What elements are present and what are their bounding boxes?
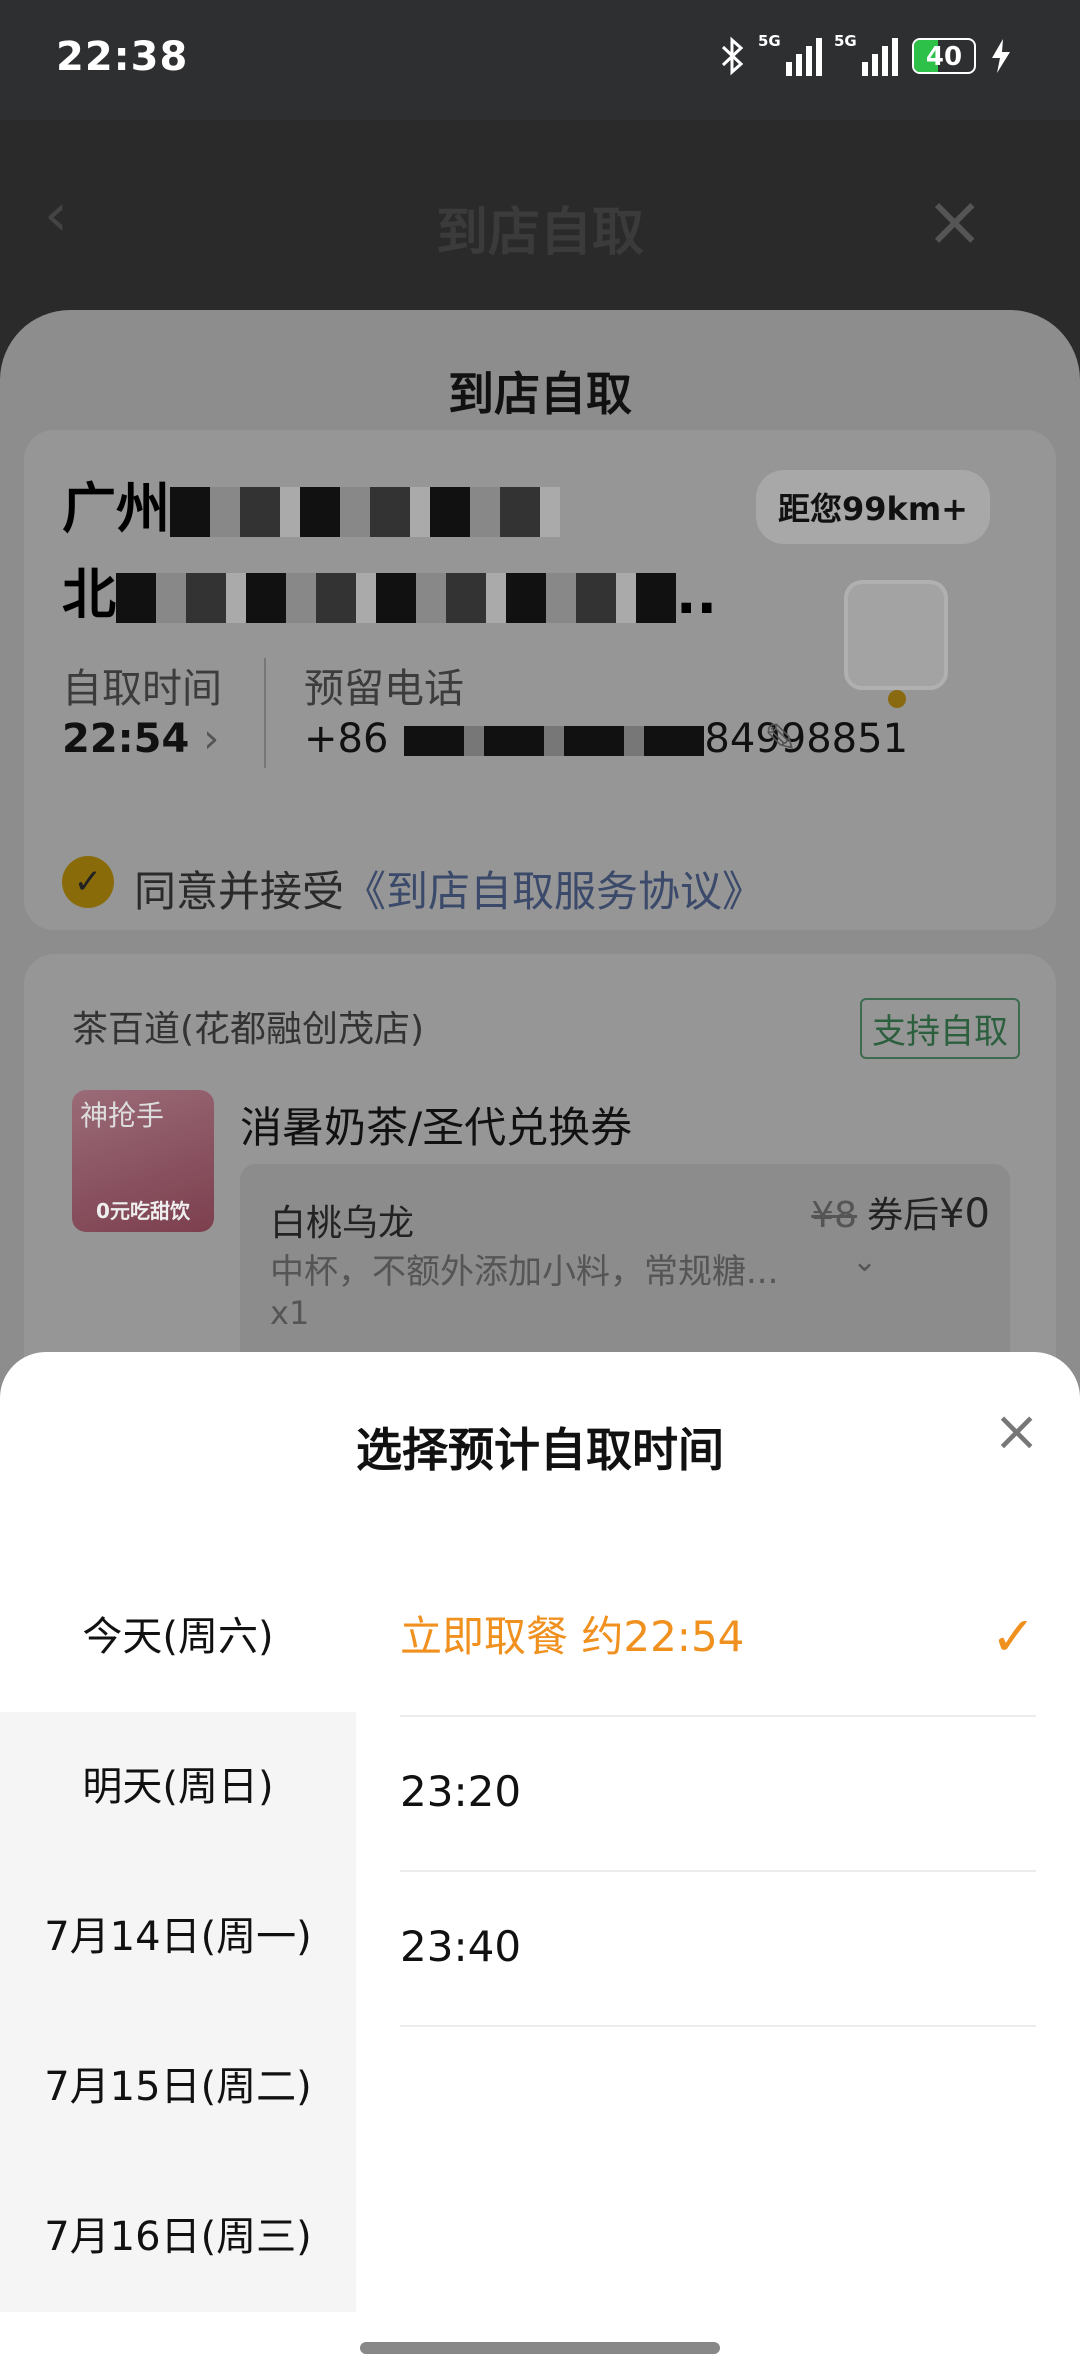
bolt-icon: [992, 39, 1010, 73]
address-line1: 广州: [62, 477, 170, 540]
signal-5g-2-icon: 5G: [834, 32, 898, 76]
address-mosaic: [170, 487, 560, 538]
address-line2: 北: [62, 563, 116, 626]
time-slot[interactable]: 23:20: [400, 1717, 1036, 1872]
status-time: 22:38: [56, 34, 189, 80]
close-icon[interactable]: ×: [925, 180, 984, 262]
day-item[interactable]: 明天(周日): [0, 1712, 356, 1862]
pickup-time-value[interactable]: 22:54 ›: [62, 716, 219, 762]
time-slot-label: 立即取餐 约22:54: [400, 1612, 745, 1661]
time-slot[interactable]: 立即取餐 约22:54 ✓: [400, 1562, 1036, 1717]
battery-level: 40: [925, 42, 963, 72]
map-pin-icon[interactable]: [844, 580, 948, 708]
thumb-badge: 神抢手: [80, 1099, 165, 1132]
phone-mosaic: [404, 726, 705, 756]
checkmark-icon[interactable]: ✓: [62, 856, 114, 908]
phone-field[interactable]: +86 84998851: [304, 716, 908, 762]
store-address: 广州 北..: [62, 466, 717, 638]
item-price: ¥8 券后¥0: [811, 1186, 990, 1238]
pickup-time-label: 自取时间: [62, 666, 222, 712]
pickup-sheet-title: 到店自取: [448, 367, 632, 421]
day-list: 今天(周六) 明天(周日) 7月14日(周一) 7月15日(周二) 7月16日(…: [0, 1562, 356, 2312]
item-description: 中杯，不额外添加小料，常规糖...: [270, 1252, 779, 1292]
signal-5g-1-icon: 5G: [758, 32, 822, 76]
day-item[interactable]: 7月15日(周二): [0, 2012, 356, 2162]
pickup-info-card: 广州 北.. 距您99km+ 自取时间 22:54 › 预留电话 +86 8499…: [24, 430, 1056, 930]
status-icons: 5G 5G 40: [720, 32, 1012, 76]
after-coupon-label: 券后: [867, 1195, 940, 1236]
thumb-caption: 0元吃甜饮: [96, 1199, 190, 1223]
support-pickup-badge: 支持自取: [860, 998, 1020, 1059]
day-item[interactable]: 7月14日(周一): [0, 1862, 356, 2012]
chevron-down-icon[interactable]: ⌄: [852, 1244, 877, 1279]
product-name: 消暑奶茶/圣代兑换券: [240, 1103, 633, 1152]
final-price: ¥0: [939, 1191, 990, 1237]
bluetooth-icon: [721, 36, 744, 76]
time-slot-label: 23:20: [400, 1767, 522, 1816]
edit-icon[interactable]: ✎: [764, 716, 798, 762]
close-icon[interactable]: ×: [993, 1404, 1040, 1460]
product-thumbnail: 神抢手 0元吃甜饮: [72, 1090, 214, 1232]
time-slot[interactable]: 23:40: [400, 1872, 1036, 2027]
status-bar: 22:38 5G 5G 40: [0, 0, 1080, 120]
item-quantity: x1: [270, 1294, 310, 1332]
address-ellipsis: ..: [676, 563, 718, 626]
address-mosaic: [116, 573, 676, 624]
chevron-right-icon: ›: [203, 716, 220, 762]
agreement-link[interactable]: 《到店自取服务协议》: [344, 867, 764, 916]
time-picker-sheet: 选择预计自取时间 × 今天(周六) 明天(周日) 7月14日(周一) 7月15日…: [0, 1352, 1080, 2376]
checkmark-icon: ✓: [990, 1605, 1036, 1668]
phone-label: 预留电话: [304, 666, 464, 712]
day-item[interactable]: 7月16日(周三): [0, 2162, 356, 2312]
store-name: 茶百道(花都融创茂店): [72, 1009, 425, 1050]
divider: [264, 658, 266, 768]
home-indicator[interactable]: [360, 2342, 720, 2354]
battery-icon: 40: [912, 38, 976, 74]
page-header: ‹ 到店自取 ×: [0, 120, 1080, 320]
distance-tag: 距您99km+: [756, 470, 990, 544]
page-title: 到店自取: [435, 203, 644, 263]
original-price: ¥8: [811, 1195, 858, 1236]
time-slot-list: 立即取餐 约22:54 ✓ 23:20 23:40: [400, 1562, 1036, 2027]
pickup-sheet: 到店自取 广州 北.. 距您99km+ 自取时间 22:54 › 预留电话 +8…: [0, 310, 1080, 1454]
time-picker-title: 选择预计自取时间: [356, 1423, 724, 1477]
item-name: 白桃乌龙: [270, 1203, 415, 1244]
day-item[interactable]: 今天(周六): [0, 1562, 356, 1712]
agreement-text: 同意并接受《到店自取服务协议》: [134, 867, 765, 916]
time-slot-label: 23:40: [400, 1922, 522, 1971]
